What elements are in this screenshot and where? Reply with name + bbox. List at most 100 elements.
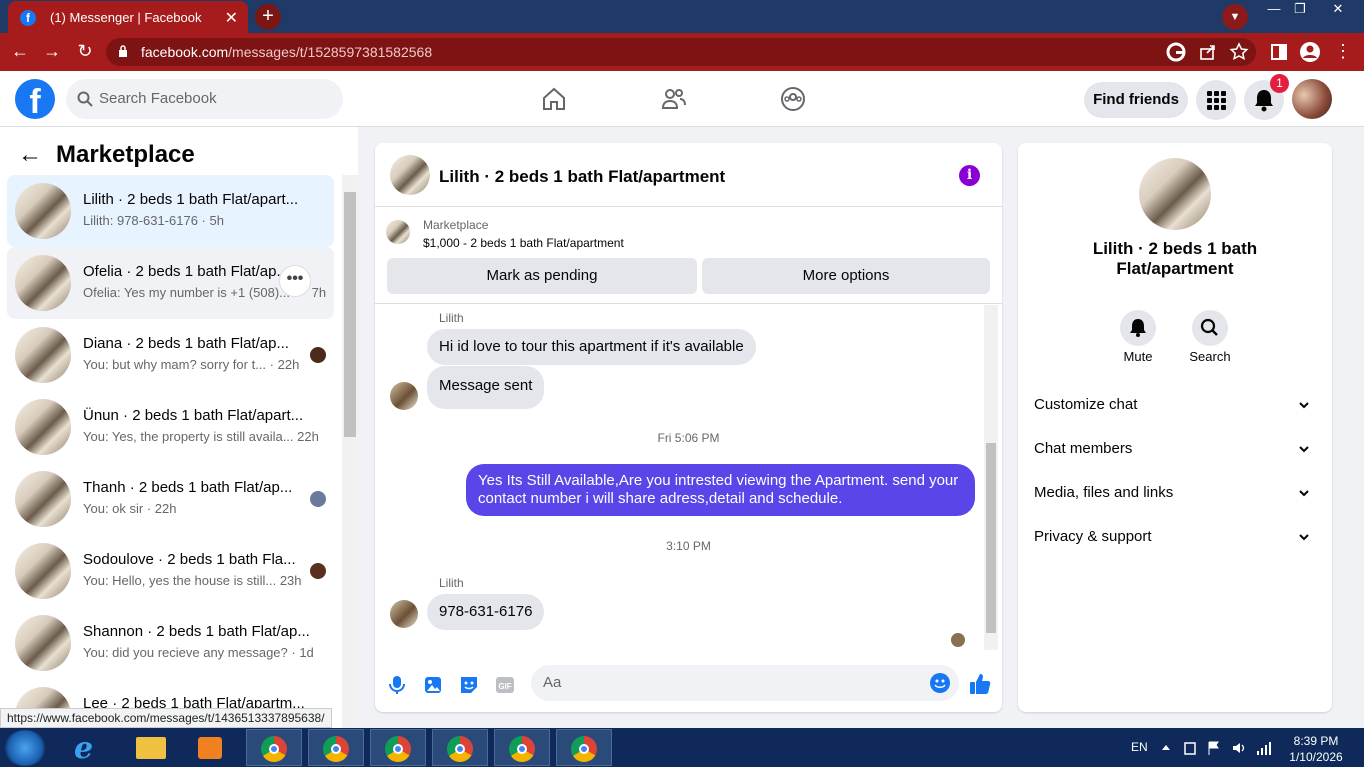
conversation-item[interactable]: Diana · 2 beds 1 bath Flat/ap... You: bu… xyxy=(7,319,334,391)
mute-label: Mute xyxy=(1123,349,1153,364)
google-icon[interactable] xyxy=(1165,41,1187,63)
scrollbar-thumb[interactable] xyxy=(986,443,996,633)
listing-avatar xyxy=(15,183,71,239)
photo-icon[interactable] xyxy=(422,674,444,696)
sidepanel-icon[interactable] xyxy=(1268,41,1290,63)
show-hidden-icons-icon[interactable] xyxy=(1160,742,1172,752)
signal-icon[interactable] xyxy=(1256,740,1272,756)
chevron-down-icon xyxy=(1299,446,1309,453)
conversation-item[interactable]: Lilith · 2 beds 1 bath Flat/apart... Lil… xyxy=(7,175,334,247)
tab-search-button[interactable]: ▼ xyxy=(1222,4,1248,30)
address-toolbar: ← → ↻ facebook.com/messages/t/1528597381… xyxy=(0,33,1364,71)
conversation-name: Lilith · 2 beds 1 bath Flat/apart... xyxy=(83,191,299,208)
incoming-message[interactable]: Message sent xyxy=(427,366,545,409)
page-scrollbar[interactable] xyxy=(1348,127,1364,728)
volume-icon[interactable] xyxy=(1231,740,1247,756)
sidebar-header: ← Marketplace xyxy=(18,141,195,169)
chat-members-row[interactable]: Chat members xyxy=(1034,427,1316,471)
listing-avatar[interactable] xyxy=(1139,158,1211,230)
maximize-button[interactable]: ❐ xyxy=(1286,2,1314,18)
internet-explorer-icon[interactable]: e xyxy=(62,729,118,766)
sidebar-scrollbar[interactable] xyxy=(342,175,358,728)
back-arrow-icon[interactable]: ← xyxy=(18,141,42,169)
sender-avatar[interactable] xyxy=(390,382,418,410)
account-avatar[interactable] xyxy=(1292,79,1332,119)
conversation-item[interactable]: Ünun · 2 beds 1 bath Flat/apart... You: … xyxy=(7,391,334,463)
listing-avatar xyxy=(15,327,71,383)
conversation-item[interactable]: Sodoulove · 2 beds 1 bath Fla... You: He… xyxy=(7,535,334,607)
search-button[interactable] xyxy=(1192,310,1228,346)
outgoing-message[interactable]: Yes Its Still Available,Are you intreste… xyxy=(466,464,975,516)
sender-avatar[interactable] xyxy=(390,600,418,628)
conversation-item[interactable]: Ofelia · 2 beds 1 bath Flat/ap... Ofelia… xyxy=(7,247,334,319)
privacy-support-row[interactable]: Privacy & support xyxy=(1034,515,1316,559)
microphone-icon[interactable] xyxy=(386,674,408,696)
facebook-logo-icon[interactable]: f xyxy=(15,79,55,119)
message-input[interactable]: Aa xyxy=(531,665,959,701)
incoming-message[interactable]: Hi id love to tour this apartment if it'… xyxy=(427,329,756,365)
close-window-button[interactable]: ✕ xyxy=(1324,2,1352,18)
mark-as-pending-button[interactable]: Mark as pending xyxy=(387,258,697,294)
chrome-taskbar-icon[interactable] xyxy=(432,729,488,766)
media-player-icon[interactable] xyxy=(182,729,238,766)
media-files-links-row[interactable]: Media, files and links xyxy=(1034,471,1316,515)
chat-avatar[interactable] xyxy=(390,155,430,195)
chat-header: Lilith · 2 beds 1 bath Flat/apartment i xyxy=(375,143,1002,207)
chat-title[interactable]: Lilith · 2 beds 1 bath Flat/apartment xyxy=(439,167,725,187)
reload-button[interactable]: ↻ xyxy=(73,41,97,62)
chat-scrollbar[interactable] xyxy=(984,305,998,650)
info-title: Lilith · 2 beds 1 bath Flat/apartment xyxy=(1092,239,1258,278)
customize-chat-row[interactable]: Customize chat xyxy=(1034,383,1316,427)
find-friends-button[interactable]: Find friends xyxy=(1084,82,1188,118)
conversation-name: Thanh · 2 beds 1 bath Flat/ap... xyxy=(83,479,293,496)
search-input[interactable]: Search Facebook xyxy=(66,79,343,119)
system-clock[interactable]: 8:39 PM 1/10/2026 xyxy=(1285,733,1347,765)
scrollbar-thumb[interactable] xyxy=(344,192,356,437)
more-options-button[interactable]: ••• xyxy=(279,265,311,297)
minimize-button[interactable]: — xyxy=(1260,2,1288,18)
menu-grid-button[interactable] xyxy=(1196,80,1236,120)
more-options-button[interactable]: More options xyxy=(702,258,990,294)
listing-avatar xyxy=(15,255,71,311)
listing-avatar xyxy=(15,471,71,527)
gif-icon[interactable]: GIF xyxy=(494,674,516,696)
flag-icon[interactable] xyxy=(1207,740,1221,756)
emoji-icon[interactable] xyxy=(930,673,950,693)
language-indicator[interactable]: EN xyxy=(1131,740,1148,754)
file-explorer-icon[interactable] xyxy=(122,729,178,766)
sticker-icon[interactable] xyxy=(458,674,480,696)
conversation-name: Ünun · 2 beds 1 bath Flat/apart... xyxy=(83,407,304,424)
conversation-item[interactable]: Thanh · 2 beds 1 bath Flat/ap... You: ok… xyxy=(7,463,334,535)
chevron-down-icon xyxy=(1299,534,1309,541)
profile-icon[interactable] xyxy=(1299,41,1321,63)
info-icon[interactable]: i xyxy=(959,165,980,186)
chrome-taskbar-icon[interactable] xyxy=(308,729,364,766)
groups-icon[interactable] xyxy=(779,85,807,113)
share-icon[interactable] xyxy=(1197,41,1219,63)
lock-icon xyxy=(119,45,127,57)
new-tab-button[interactable]: + xyxy=(255,4,281,30)
network-device-icon[interactable] xyxy=(1183,740,1197,756)
svg-text:GIF: GIF xyxy=(498,682,511,691)
close-tab-icon[interactable]: ✕ xyxy=(225,8,238,28)
listing-title[interactable]: $1,000 - 2 beds 1 bath Flat/apartment xyxy=(423,236,624,250)
bookmark-star-icon[interactable] xyxy=(1228,41,1250,63)
conversation-item[interactable]: Shannon · 2 beds 1 bath Flat/ap... You: … xyxy=(7,607,334,679)
chrome-taskbar-icon[interactable] xyxy=(494,729,550,766)
incoming-message[interactable]: 978-631-6176 xyxy=(427,594,545,630)
forward-button[interactable]: → xyxy=(40,41,64,62)
home-icon[interactable] xyxy=(540,85,568,113)
friends-icon[interactable] xyxy=(660,85,688,113)
browser-tab[interactable]: f (1) Messenger | Facebook ✕ xyxy=(8,1,248,33)
start-button[interactable] xyxy=(4,730,46,766)
back-button[interactable]: ← xyxy=(8,41,32,62)
conversation-preview: You: but why mam? sorry for t... · 22h xyxy=(83,357,300,372)
browser-tab-bar: f (1) Messenger | Facebook ✕ + ▼ — ❐ ✕ xyxy=(0,0,1364,33)
chrome-taskbar-icon[interactable] xyxy=(246,729,302,766)
mute-button[interactable] xyxy=(1120,310,1156,346)
browser-menu-button[interactable]: ⋮ xyxy=(1331,41,1355,62)
chrome-taskbar-icon[interactable] xyxy=(556,729,612,766)
thumbs-up-icon[interactable] xyxy=(968,672,992,696)
chrome-taskbar-icon[interactable] xyxy=(370,729,426,766)
address-bar[interactable]: facebook.com/messages/t/1528597381582568 xyxy=(106,38,1256,66)
